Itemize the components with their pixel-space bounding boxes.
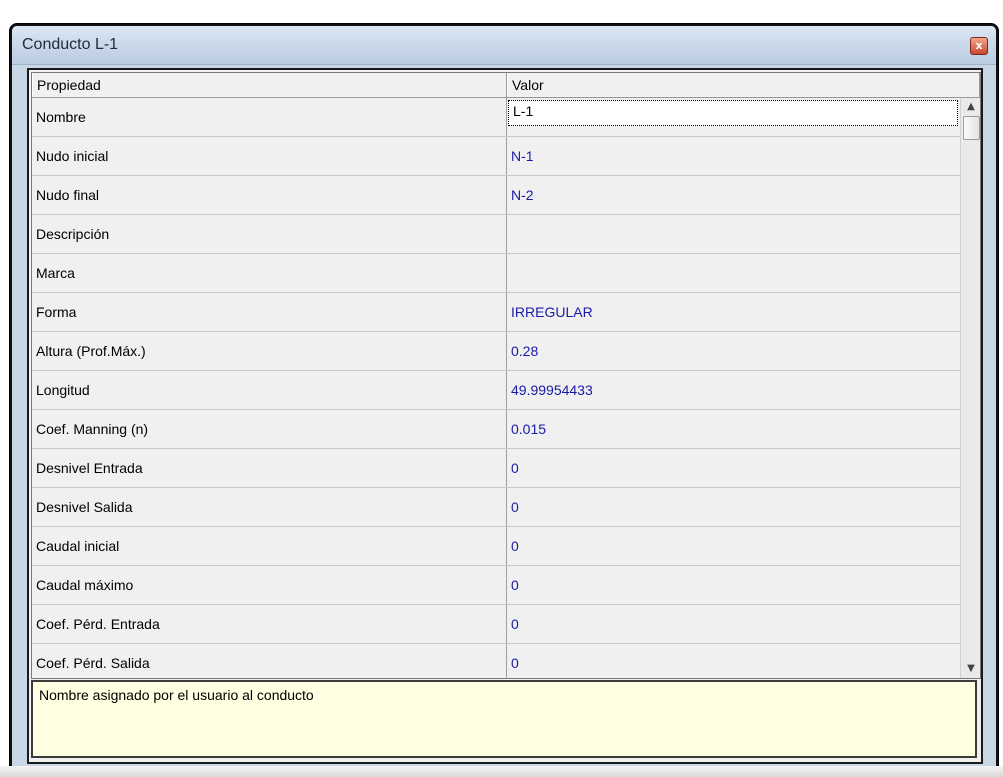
property-name: Coef. Manning (n) (32, 410, 507, 448)
property-name: Coef. Pérd. Entrada (32, 605, 507, 643)
property-name: Caudal inicial (32, 527, 507, 565)
property-name: Caudal máximo (32, 566, 507, 604)
table-row[interactable]: Nudo inicial N-1 (32, 137, 960, 176)
table-row[interactable]: Forma IRREGULAR (32, 293, 960, 332)
property-value[interactable]: 0 (507, 566, 960, 604)
description-text: Nombre asignado por el usuario al conduc… (39, 687, 314, 703)
value-cell-container: L-1 (507, 98, 960, 136)
property-value[interactable]: 0 (507, 605, 960, 643)
vertical-scrollbar[interactable]: ▲ ▼ (960, 98, 980, 678)
property-editor: Propiedad Valor Nombre L-1 Nudo inicial … (27, 68, 983, 764)
property-name: Nudo final (32, 176, 507, 214)
description-panel: Nombre asignado por el usuario al conduc… (31, 680, 977, 758)
property-name: Coef. Pérd. Salida (32, 644, 507, 678)
close-button[interactable]: x (970, 37, 988, 55)
table-row[interactable]: Nombre L-1 (32, 98, 960, 137)
table-row[interactable]: Desnivel Salida 0 (32, 488, 960, 527)
property-name: Forma (32, 293, 507, 331)
property-value[interactable]: 0.015 (507, 410, 960, 448)
property-name: Descripción (32, 215, 507, 253)
grid-rows: Nombre L-1 Nudo inicial N-1 Nudo final N… (32, 98, 960, 678)
table-row[interactable]: Descripción (32, 215, 960, 254)
property-name: Desnivel Entrada (32, 449, 507, 487)
property-value[interactable]: N-1 (507, 137, 960, 175)
table-row[interactable]: Longitud 49.99954433 (32, 371, 960, 410)
property-name: Nudo inicial (32, 137, 507, 175)
scrollbar-thumb[interactable] (963, 116, 980, 140)
property-value[interactable]: 0.28 (507, 332, 960, 370)
property-value[interactable]: IRREGULAR (507, 293, 960, 331)
property-value[interactable] (507, 254, 960, 292)
table-row[interactable]: Desnivel Entrada 0 (32, 449, 960, 488)
column-header-value[interactable]: Valor (507, 73, 980, 97)
window-title: Conducto L-1 (22, 36, 119, 53)
title-bar[interactable]: Conducto L-1 x (12, 26, 996, 65)
property-value[interactable]: 0 (507, 449, 960, 487)
background-top (0, 0, 1003, 24)
table-row[interactable]: Coef. Manning (n) 0.015 (32, 410, 960, 449)
table-row[interactable]: Altura (Prof.Máx.) 0.28 (32, 332, 960, 371)
property-name: Longitud (32, 371, 507, 409)
table-row[interactable]: Nudo final N-2 (32, 176, 960, 215)
property-value[interactable] (507, 215, 960, 253)
property-value[interactable]: 49.99954433 (507, 371, 960, 409)
table-row[interactable]: Caudal máximo 0 (32, 566, 960, 605)
table-row[interactable]: Caudal inicial 0 (32, 527, 960, 566)
property-value[interactable]: 0 (507, 527, 960, 565)
properties-window: Conducto L-1 x Propiedad Valor Nombre L-… (10, 24, 998, 770)
property-value[interactable]: N-2 (507, 176, 960, 214)
property-value[interactable]: 0 (507, 488, 960, 526)
property-grid: Propiedad Valor Nombre L-1 Nudo inicial … (31, 72, 981, 679)
property-name: Altura (Prof.Máx.) (32, 332, 507, 370)
table-row[interactable]: Coef. Pérd. Salida 0 (32, 644, 960, 678)
table-row[interactable]: Coef. Pérd. Entrada 0 (32, 605, 960, 644)
scroll-down-arrow-icon[interactable]: ▼ (961, 660, 980, 678)
background-bottom (0, 766, 1003, 777)
screenshot-canvas: Conducto L-1 x Propiedad Valor Nombre L-… (0, 0, 1003, 777)
property-name: Nombre (32, 98, 507, 136)
table-row[interactable]: Marca (32, 254, 960, 293)
close-icon: x (975, 39, 983, 52)
property-value-input[interactable]: L-1 (508, 100, 958, 126)
property-name: Marca (32, 254, 507, 292)
property-value[interactable]: 0 (507, 644, 960, 678)
property-name: Desnivel Salida (32, 488, 507, 526)
scroll-up-arrow-icon[interactable]: ▲ (961, 98, 980, 116)
grid-header: Propiedad Valor (32, 73, 980, 98)
column-header-property[interactable]: Propiedad (32, 73, 507, 97)
